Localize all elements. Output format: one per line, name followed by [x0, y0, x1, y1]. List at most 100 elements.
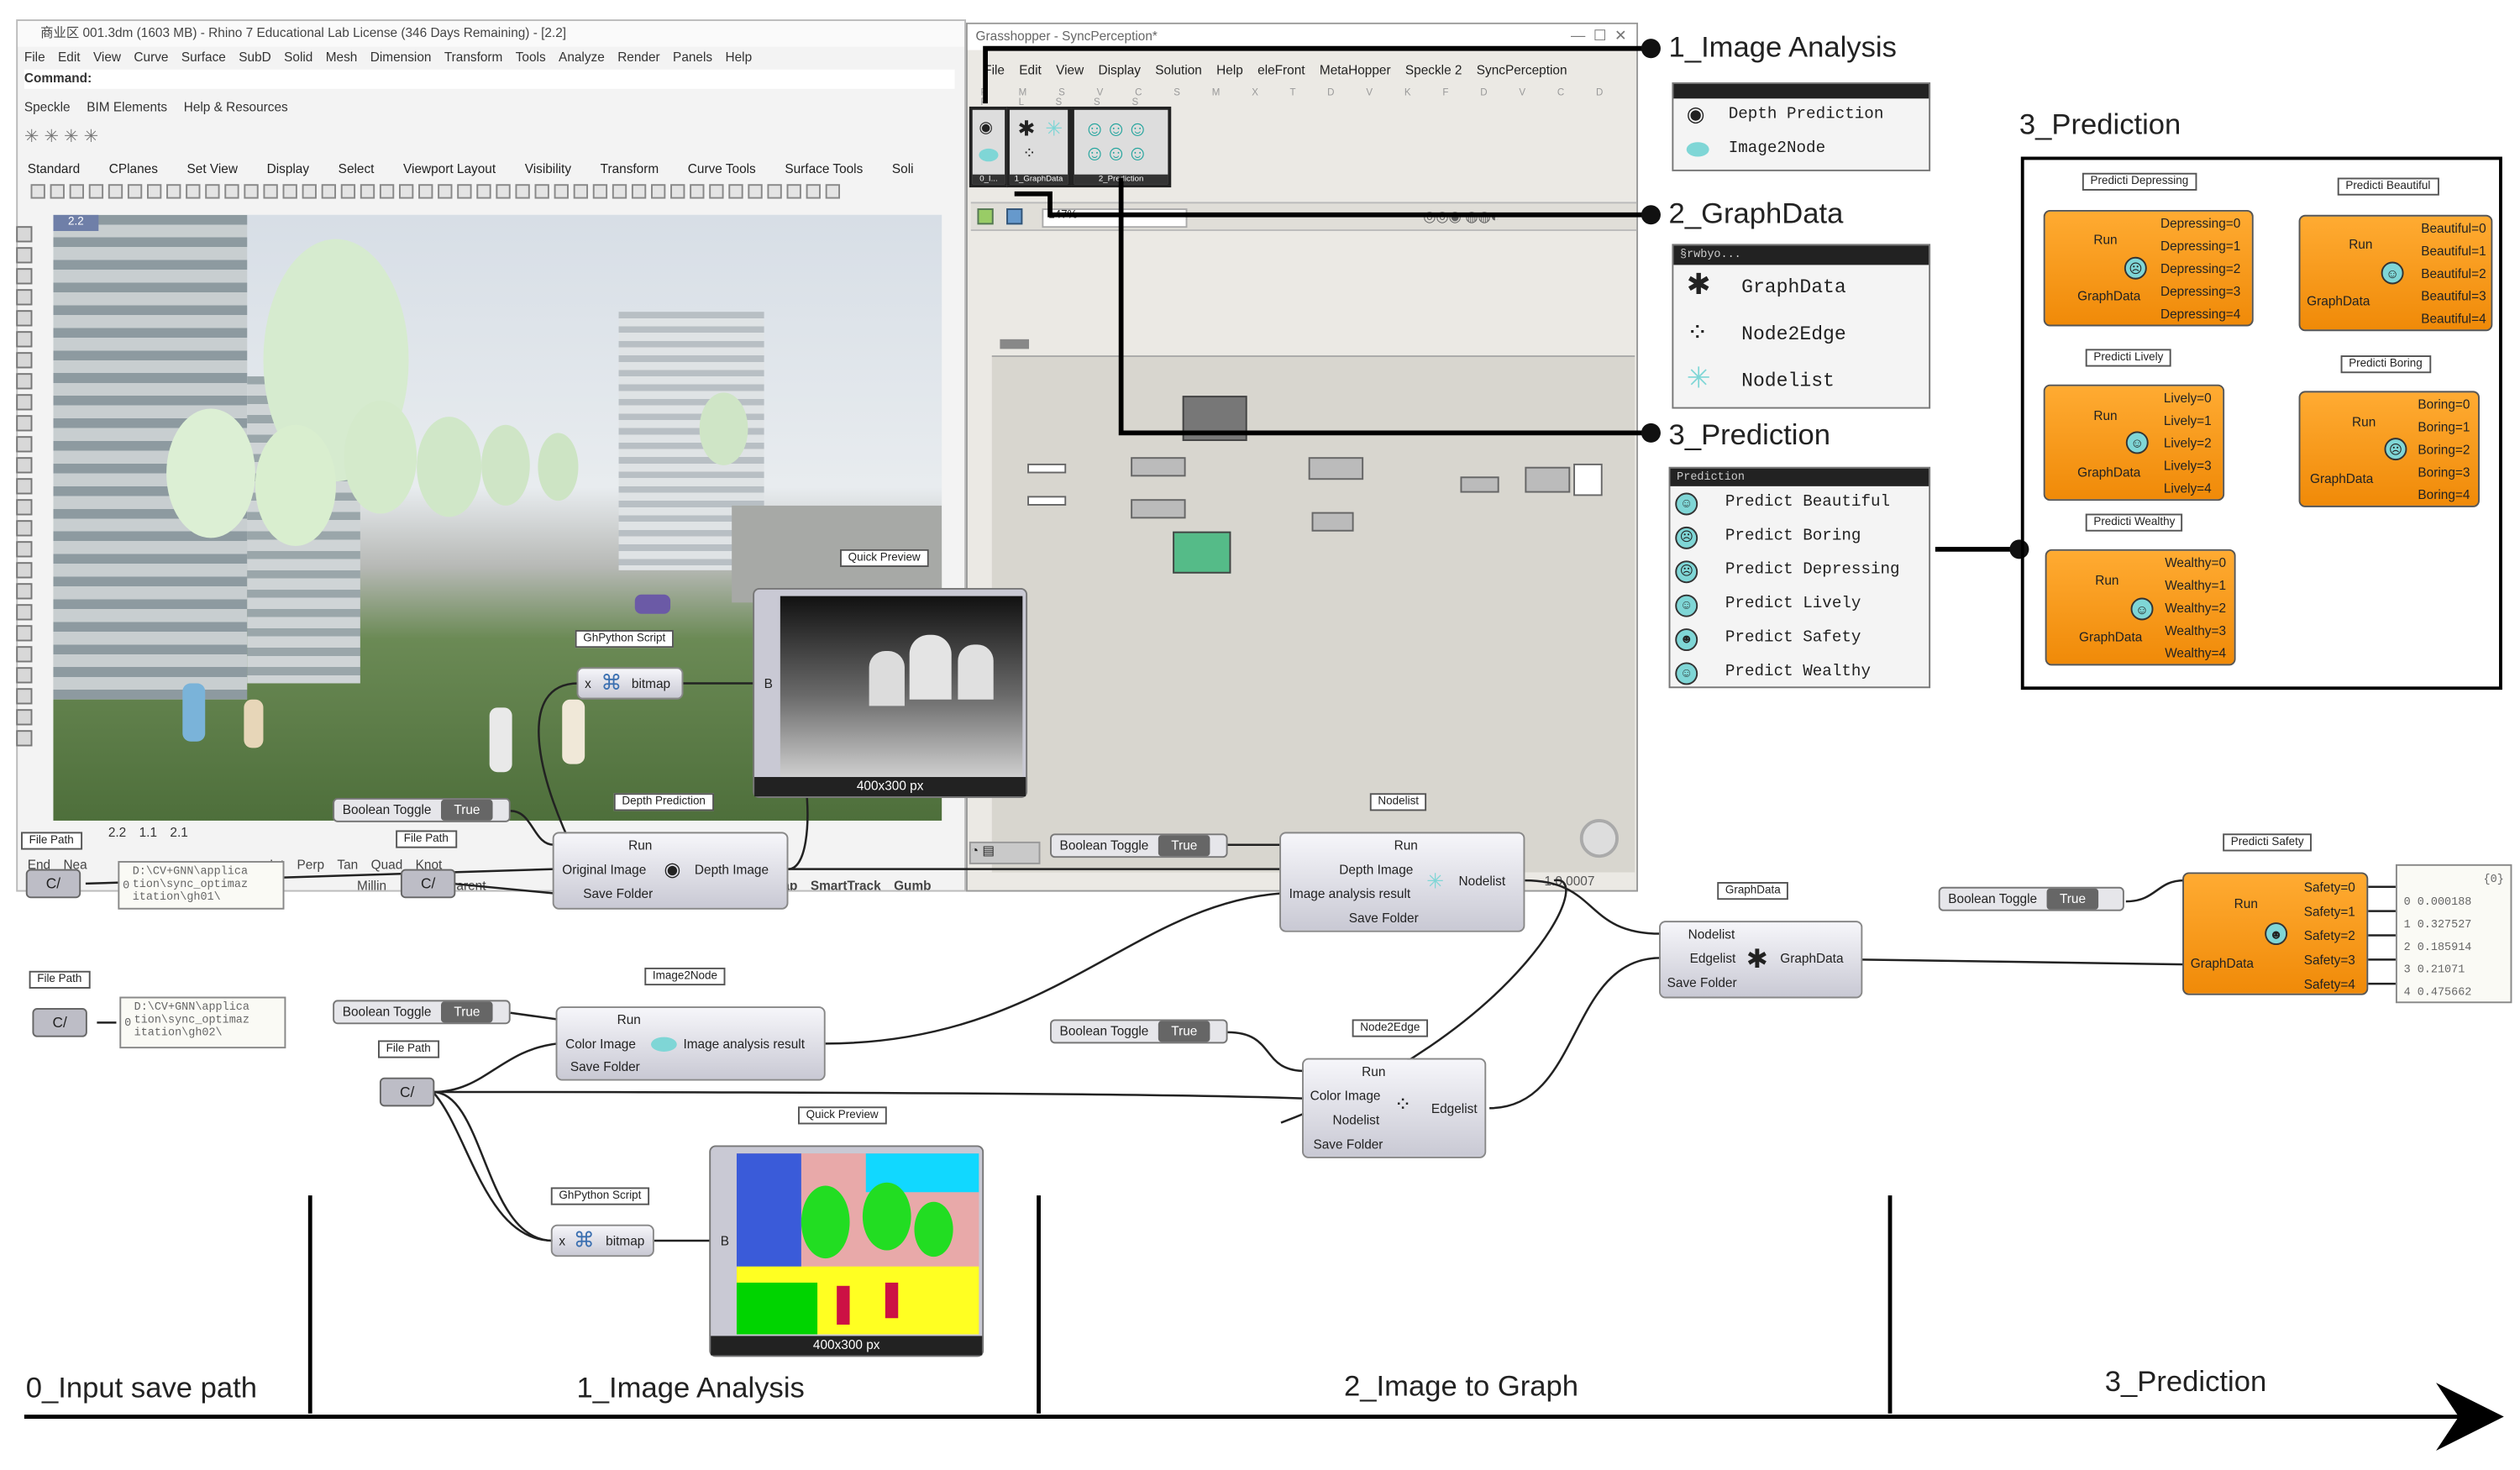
output[interactable]: Beautiful=4	[2421, 312, 2486, 326]
ghpython-script-component[interactable]: x ⌘ bitmap	[576, 667, 684, 700]
input-color-image[interactable]: Color Image	[1310, 1089, 1381, 1103]
output[interactable]: Safety=1	[2304, 905, 2355, 919]
output[interactable]: Depressing=2	[2160, 262, 2240, 276]
output[interactable]: Boring=0	[2418, 397, 2470, 412]
input-color-image[interactable]: Color Image	[565, 1037, 636, 1052]
input-nodelist[interactable]: Nodelist	[1688, 927, 1735, 942]
output[interactable]: Safety=4	[2304, 977, 2355, 991]
output[interactable]: Depressing=1	[2160, 239, 2240, 254]
output[interactable]: Depressing=3	[2160, 284, 2240, 298]
list-item-graphdata[interactable]: ✱ GraphData	[1673, 265, 1929, 312]
output[interactable]: Wealthy=2	[2165, 601, 2226, 615]
boolean-toggle[interactable]: Boolean Toggle True	[1050, 1019, 1228, 1044]
predict-beautiful-component[interactable]: Run GraphData ☺ Beautiful=0 Beautiful=1 …	[2298, 214, 2493, 332]
input-save-folder[interactable]: Save Folder	[1667, 976, 1737, 990]
output[interactable]: Wealthy=4	[2165, 646, 2226, 660]
input-run[interactable]: Run	[2093, 233, 2117, 247]
file-path-component[interactable]: C/	[25, 869, 81, 899]
quick-preview-segmentation[interactable]: B 400x300 px	[709, 1145, 984, 1357]
input-run[interactable]: Run	[2234, 896, 2258, 911]
boolean-toggle[interactable]: Boolean Toggle True	[1050, 833, 1228, 858]
output[interactable]: Beautiful=2	[2421, 266, 2486, 281]
input-image-analysis[interactable]: Image analysis result	[1289, 887, 1411, 901]
output-depth-image[interactable]: Depth Image	[695, 863, 769, 877]
output-image-analysis[interactable]: Image analysis result	[683, 1037, 805, 1052]
output[interactable]: Boring=3	[2418, 465, 2470, 480]
output[interactable]: Boring=1	[2418, 420, 2470, 434]
output[interactable]: Lively=0	[2164, 391, 2212, 405]
output[interactable]: Beautiful=0	[2421, 221, 2486, 235]
output[interactable]: Lively=2	[2164, 436, 2212, 450]
depth-prediction-component[interactable]: Run Original Image Save Folder ◉ Depth I…	[552, 832, 789, 910]
output[interactable]: Safety=3	[2304, 953, 2355, 968]
list-item-nodelist[interactable]: ✳ Nodelist	[1673, 359, 1929, 406]
toggle-value[interactable]: True	[441, 1001, 493, 1023]
input-edgelist[interactable]: Edgelist	[1690, 952, 1736, 966]
list-item-predict-lively[interactable]: ☺ Predict Lively	[1670, 588, 1929, 622]
boolean-toggle[interactable]: Boolean Toggle True	[333, 798, 511, 822]
input-original-image[interactable]: Original Image	[562, 863, 646, 877]
output[interactable]: Wealthy=0	[2165, 556, 2226, 570]
toggle-value[interactable]: True	[1158, 835, 1210, 857]
toggle-value[interactable]: True	[1158, 1021, 1210, 1042]
boolean-toggle[interactable]: Boolean Toggle True	[1938, 886, 2124, 911]
file-path-component[interactable]: C/	[379, 1077, 435, 1107]
boolean-toggle[interactable]: Boolean Toggle True	[333, 1000, 511, 1025]
input-run[interactable]: Run	[628, 838, 652, 853]
predict-lively-component[interactable]: Run GraphData ☺ Lively=0 Lively=1 Lively…	[2043, 384, 2225, 501]
preview-input-b[interactable]: B	[764, 677, 773, 691]
toggle-value[interactable]: True	[441, 799, 493, 821]
output[interactable]: Wealthy=3	[2165, 623, 2226, 638]
graphdata-component[interactable]: Nodelist Edgelist Save Folder ✱ GraphDat…	[1659, 921, 1863, 999]
input-run[interactable]: Run	[617, 1013, 641, 1027]
input-graphdata[interactable]: GraphData	[2077, 289, 2140, 303]
output-edgelist[interactable]: Edgelist	[1431, 1102, 1478, 1116]
path-panel[interactable]: 0 D:\CV+GNN\applica tion\sync_optimaz ita…	[118, 861, 285, 910]
input-graphdata[interactable]: GraphData	[2077, 465, 2140, 480]
input-run[interactable]: Run	[2349, 238, 2372, 252]
input-nodelist[interactable]: Nodelist	[1333, 1113, 1380, 1127]
output[interactable]: Safety=2	[2304, 929, 2355, 943]
safety-output-panel[interactable]: {0} 0 0.000188 1 0.327527 2 0.185914 3 0…	[2395, 864, 2512, 1004]
input-graphdata[interactable]: GraphData	[2191, 956, 2254, 970]
output-bitmap[interactable]: bitmap	[632, 677, 670, 691]
output-bitmap[interactable]: bitmap	[606, 1234, 644, 1248]
output[interactable]: Safety=0	[2304, 880, 2355, 895]
input-save-folder[interactable]: Save Folder	[1313, 1137, 1383, 1152]
input-x[interactable]: x	[585, 677, 591, 691]
output-nodelist[interactable]: Nodelist	[1459, 874, 1506, 888]
node2edge-component[interactable]: Run Color Image Nodelist Save Folder ⁘ E…	[1302, 1058, 1487, 1158]
input-x[interactable]: x	[559, 1234, 565, 1248]
list-item-depth-prediction[interactable]: ◉ Depth Prediction	[1673, 98, 1929, 132]
predict-depressing-component[interactable]: Run GraphData ☹ Depressing=0 Depressing=…	[2043, 210, 2254, 327]
output[interactable]: Depressing=4	[2160, 307, 2240, 321]
input-save-folder[interactable]: Save Folder	[570, 1060, 640, 1074]
output[interactable]: Lively=3	[2164, 459, 2212, 473]
file-path-component[interactable]: C/	[400, 869, 456, 899]
output[interactable]: Boring=2	[2418, 443, 2470, 457]
file-path-component[interactable]: C/	[32, 1008, 87, 1037]
output[interactable]: Lively=1	[2164, 413, 2212, 428]
output[interactable]: Beautiful=3	[2421, 289, 2486, 303]
input-depth-image[interactable]: Depth Image	[1339, 863, 1413, 877]
list-item-predict-depressing[interactable]: ☹ Predict Depressing	[1670, 554, 1929, 588]
toggle-value[interactable]: True	[2046, 888, 2099, 910]
image2node-component[interactable]: Run Color Image Save Folder Image analys…	[555, 1006, 826, 1081]
input-graphdata[interactable]: GraphData	[2307, 294, 2370, 308]
list-item-predict-boring[interactable]: ☹ Predict Boring	[1670, 520, 1929, 554]
output[interactable]: Depressing=0	[2160, 217, 2240, 231]
list-item-node2edge[interactable]: ⁘ Node2Edge	[1673, 312, 1929, 359]
predict-wealthy-component[interactable]: Run GraphData ☺ Wealthy=0 Wealthy=1 Weal…	[2045, 549, 2236, 666]
input-run[interactable]: Run	[1394, 838, 1418, 853]
list-item-image2node[interactable]: Image2Node	[1673, 133, 1929, 166]
list-item-predict-beautiful[interactable]: ☺ Predict Beautiful	[1670, 486, 1929, 520]
predict-boring-component[interactable]: Run GraphData ☹ Boring=0 Boring=1 Boring…	[2298, 391, 2480, 507]
input-graphdata[interactable]: GraphData	[2310, 472, 2373, 486]
input-graphdata[interactable]: GraphData	[2079, 630, 2142, 644]
path-panel[interactable]: 0 D:\CV+GNN\applica tion\sync_optimaz ita…	[119, 996, 286, 1049]
output[interactable]: Wealthy=1	[2165, 578, 2226, 592]
input-run[interactable]: Run	[2093, 409, 2117, 423]
list-item-predict-wealthy[interactable]: ☺ Predict Wealthy	[1670, 656, 1929, 690]
list-item-predict-safety[interactable]: ☻ Predict Safety	[1670, 622, 1929, 655]
output[interactable]: Lively=4	[2164, 481, 2212, 496]
